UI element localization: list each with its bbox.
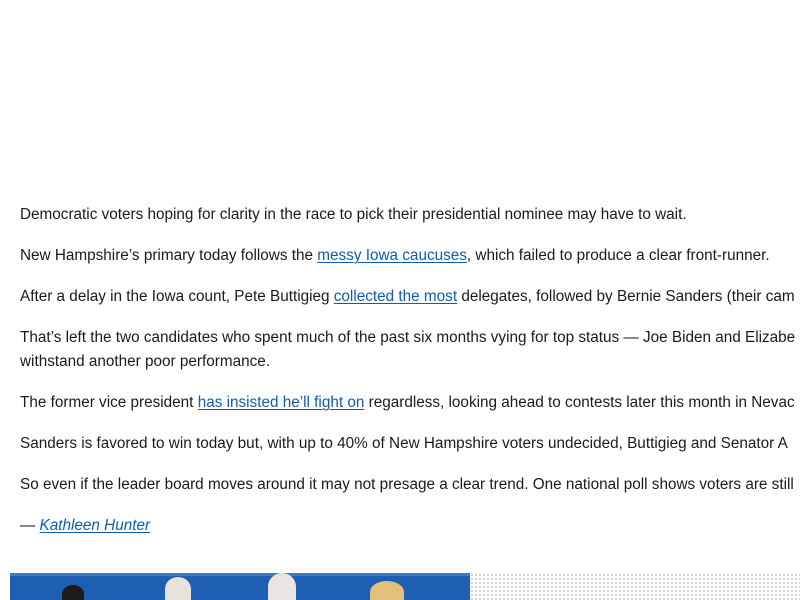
text-segment: , which failed to produce a clear front-… — [466, 247, 770, 264]
text-segment: New Hampshire’s primary today follows th… — [20, 247, 318, 264]
person-3-head — [268, 573, 296, 600]
text-segment: delegates, followed by Bernie Sanders (t… — [457, 288, 795, 305]
paragraph-1: Democratic voters hoping for clarity in … — [20, 203, 800, 227]
author-link[interactable]: Kathleen Hunter — [40, 517, 151, 534]
person-2-head — [165, 577, 191, 600]
debate-photo — [10, 573, 470, 600]
link-collected-the-most[interactable]: collected the most — [334, 288, 457, 305]
paragraph-2: New Hampshire’s primary today follows th… — [20, 244, 800, 268]
text-segment: regardless, looking ahead to contests la… — [364, 394, 795, 411]
person-1-head — [62, 585, 84, 600]
text-segment: So even if the leader board moves around… — [20, 476, 794, 493]
paragraph-7: So even if the leader board moves around… — [20, 473, 800, 497]
link-messy-iowa-caucuses[interactable]: messy Iowa caucuses — [317, 247, 467, 264]
byline: — Kathleen Hunter — [20, 514, 800, 538]
text-segment: Democratic voters hoping for clarity in … — [20, 206, 687, 223]
paragraph-6: Sanders is favored to win today but, wit… — [20, 432, 800, 456]
paragraph-5: The former vice president has insisted h… — [20, 391, 800, 415]
text-segment: Sanders is favored to win today but, wit… — [20, 435, 788, 452]
dotted-pattern — [470, 573, 800, 600]
byline-dash: — — [20, 517, 40, 534]
paragraph-3: After a delay in the Iowa count, Pete Bu… — [20, 285, 800, 309]
ad-space — [0, 0, 800, 195]
article-body: Democratic voters hoping for clarity in … — [20, 203, 800, 555]
text-segment: After a delay in the Iowa count, Pete Bu… — [20, 288, 334, 305]
photo-highlight — [10, 573, 470, 576]
paragraph-4: That’s left the two candidates who spent… — [20, 326, 800, 374]
text-segment: The former vice president — [20, 394, 198, 411]
link-has-insisted-fight-on[interactable]: has insisted he’ll fight on — [198, 394, 365, 411]
text-segment: That’s left the two candidates who spent… — [20, 329, 796, 370]
person-4-head — [370, 581, 404, 600]
